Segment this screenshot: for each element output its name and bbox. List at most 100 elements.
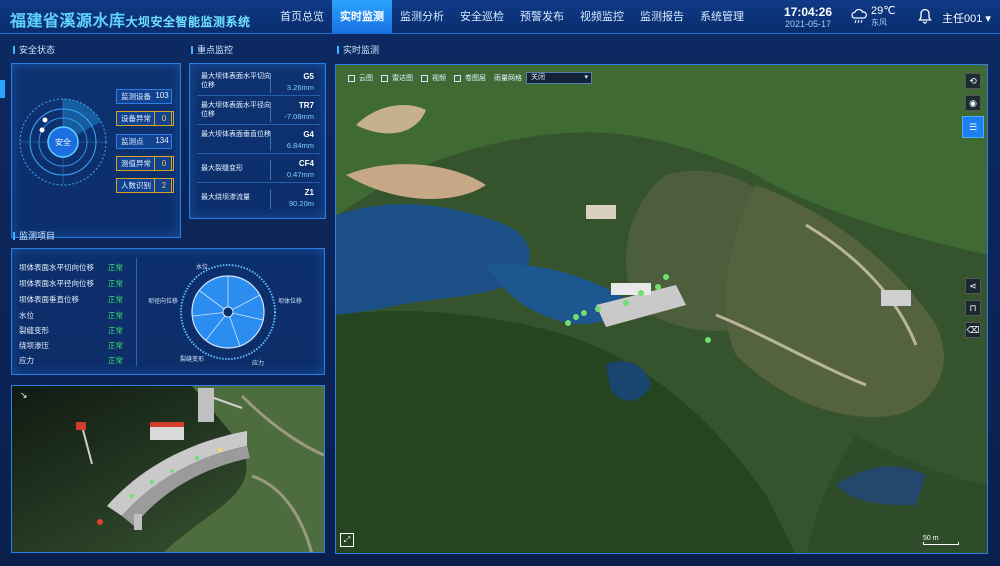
tab-inspection[interactable]: 安全巡检	[452, 0, 512, 34]
key-row-label: 最大绕坝渗流量	[201, 194, 250, 201]
clock: 17:04:26 2021-05-17	[778, 5, 838, 29]
cloud-rain-icon	[851, 9, 867, 24]
kv-points-value: 134	[155, 136, 169, 145]
user-name: 主任001	[942, 13, 983, 25]
app-root: 福建省溪源水库大坝安全智能监测系统 首页总览 实时监测 监测分析 安全巡检 预警…	[0, 0, 1000, 566]
dam-model-viewport[interactable]: ↘	[11, 385, 325, 553]
aerial-map-image	[336, 65, 987, 553]
map-scale-label: 50 m	[923, 535, 939, 542]
item-label: 坝体表面水平切向位移	[19, 263, 94, 272]
layer-checkbox-cloud[interactable]	[348, 74, 355, 82]
bell-icon[interactable]	[918, 8, 932, 24]
main-nav: 首页总览 实时监测 监测分析 安全巡检 预警发布 视频监控 监测报告 系统管理	[272, 0, 752, 34]
map-viewport[interactable]: 云图 雷达图 视频 卷图层 雨量网格 关闭 ▾ ⟲ ◉ ☰ ⋖ ⊓ ⌫ ⤢ 50 …	[335, 64, 988, 554]
dam-model-image	[12, 386, 324, 552]
item-status: 正常	[108, 326, 123, 335]
clock-time: 17:04:26	[783, 5, 833, 19]
key-row[interactable]: 最大裂缝变形 CF4 0.47mm	[197, 157, 320, 183]
key-row-value: -7.08mm	[284, 112, 314, 121]
tab-system[interactable]: 系统管理	[692, 0, 752, 34]
weather-temperature: 29℃	[871, 5, 896, 17]
key-row-code: G5	[303, 72, 314, 81]
divider	[270, 131, 271, 151]
layer-list-icon[interactable]: ☰	[962, 116, 984, 138]
key-row-value: 0.47mm	[286, 170, 314, 179]
divider	[136, 258, 137, 366]
layer-checkbox-overlay[interactable]	[454, 74, 461, 82]
item-label: 坝体表面垂直位移	[19, 295, 79, 304]
key-row[interactable]: 最大坝体表面水平径向位移 TR7 -7.08mm	[197, 99, 320, 125]
kv-device-fault-value: 0	[154, 111, 174, 126]
weather-wind: 东风	[871, 18, 887, 27]
key-row[interactable]: 最大绕坝渗流量 Z1 90.20m	[197, 186, 320, 212]
layer-label-video: 视频	[432, 75, 446, 82]
expand-arrow-icon[interactable]: ↘	[20, 390, 28, 401]
globe-icon[interactable]: ◉	[965, 95, 981, 111]
key-row-label: 最大坝体表面水平切向位移	[201, 73, 271, 89]
scale-line	[923, 542, 959, 545]
fullscreen-icon[interactable]: ⤢	[340, 533, 354, 547]
item-label: 裂缝变形	[19, 326, 49, 335]
key-row-label: 最大坝体表面垂直位移	[201, 131, 271, 138]
chevron-down-icon: ▾	[584, 74, 588, 81]
layer-checkbox-video[interactable]	[421, 74, 428, 82]
layer-label-radar: 雷达图	[392, 75, 413, 82]
rain-grid-select[interactable]: 关闭 ▾	[526, 72, 592, 84]
key-row-value: 6.84mm	[286, 141, 314, 150]
kv-people-value: 2	[154, 178, 174, 193]
app-title: 福建省溪源水库大坝安全智能监测系统	[10, 7, 251, 31]
wheel-label-bottom-left: 裂缝变形	[180, 357, 205, 363]
key-row-value: 90.20m	[288, 199, 314, 208]
chevron-down-icon: ▾	[982, 13, 991, 25]
tab-report[interactable]: 监测报告	[632, 0, 692, 34]
item-label: 绕坝渗压	[19, 341, 49, 350]
key-row-code: Z1	[304, 188, 314, 197]
kv-reading-fault-value: 0	[154, 156, 174, 171]
divider	[270, 160, 271, 180]
key-row-code: G4	[303, 130, 314, 139]
safety-center-label: 安全	[55, 138, 71, 147]
item-status: 正常	[108, 311, 123, 320]
item-label: 坝体表面水平径向位移	[19, 279, 94, 288]
delete-icon[interactable]: ⌫	[965, 322, 981, 338]
item-status: 正常	[108, 356, 123, 365]
key-row-value: 3.26mm	[286, 83, 314, 92]
divider	[270, 189, 271, 209]
key-row-code: TR7	[298, 101, 314, 110]
bookmark-icon[interactable]: ⊓	[965, 300, 981, 316]
key-row-label: 最大裂缝变形	[201, 165, 243, 172]
wheel-label-left: 坝径向位移	[148, 299, 179, 305]
side-collapse-handle[interactable]	[0, 80, 5, 98]
wheel-label-top: 水位	[196, 265, 209, 271]
clock-date: 2021-05-17	[784, 19, 832, 29]
item-status: 正常	[108, 341, 123, 350]
item-status: 正常	[108, 295, 123, 304]
key-row-label: 最大坝体表面水平径向位移	[201, 102, 271, 118]
layer-label-overlay: 卷图层	[465, 75, 486, 82]
user-menu[interactable]: 主任001 ▾	[942, 10, 991, 26]
kv-devices-value: 103	[155, 91, 169, 100]
tab-analysis[interactable]: 监测分析	[392, 0, 452, 34]
key-row[interactable]: 最大坝体表面水平切向位移 G5 3.26mm	[197, 70, 320, 96]
divider	[270, 102, 271, 122]
app-title-sub: 大坝安全智能监测系统	[125, 15, 251, 29]
layer-checkbox-radar[interactable]	[381, 74, 388, 82]
top-header: 福建省溪源水库大坝安全智能监测系统 首页总览 实时监测 监测分析 安全巡检 预警…	[0, 0, 1000, 34]
safety-panel-title: 安全状态	[13, 42, 55, 58]
item-status: 正常	[108, 279, 123, 288]
key-row[interactable]: 最大坝体表面垂直位移 G4 6.84mm	[197, 128, 320, 154]
wheel-label-right: 坝体位移	[278, 299, 303, 305]
share-icon[interactable]: ⋖	[965, 278, 981, 294]
rain-grid-value: 关闭	[531, 74, 545, 81]
item-label: 水位	[19, 311, 34, 320]
rain-grid-label: 雨量网格	[494, 75, 522, 82]
tab-warning[interactable]: 预警发布	[512, 0, 572, 34]
tab-video[interactable]: 视频监控	[572, 0, 632, 34]
wheel-label-bottom-right: 应力	[252, 361, 265, 367]
monitor-items-title: 监测项目	[13, 228, 55, 244]
layer-toolbar: 云图 雷达图 视频 卷图层 雨量网格 关闭 ▾	[344, 72, 592, 84]
map-scale-bar: 50 m	[923, 535, 959, 545]
tab-overview[interactable]: 首页总览	[272, 0, 332, 34]
tab-realtime[interactable]: 实时监测	[332, 0, 392, 34]
refresh-icon[interactable]: ⟲	[965, 73, 981, 89]
